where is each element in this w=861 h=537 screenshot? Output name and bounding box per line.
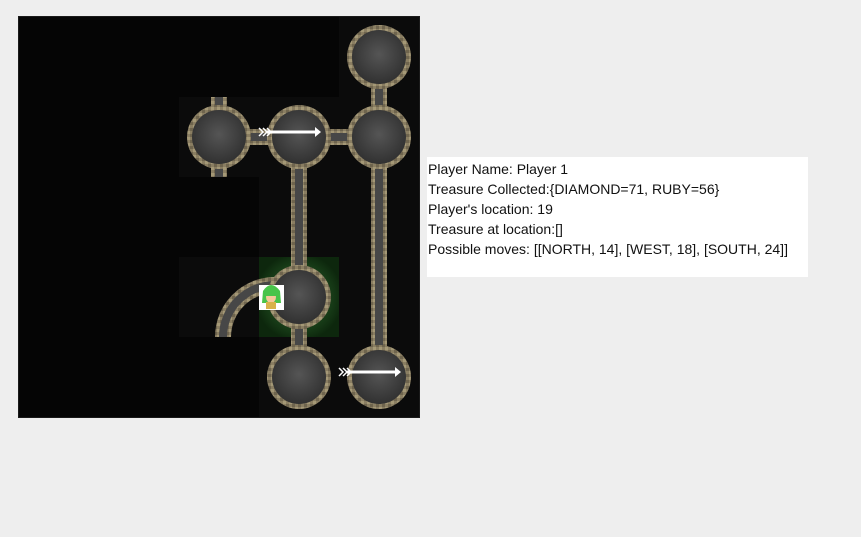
cave-floor	[192, 110, 246, 164]
player-name-label: Player Name: Player 1	[428, 161, 569, 177]
cave-floor	[352, 110, 406, 164]
possible-moves-label: Possible moves: [[NORTH, 14], [WEST, 18]…	[428, 241, 788, 257]
player-avatar-icon	[259, 285, 284, 310]
player-info-panel: Player Name: Player 1 Treasure Collected…	[427, 157, 808, 277]
treasure-at-location-label: Treasure at location:[]	[428, 221, 563, 237]
treasure-collected-label: Treasure Collected:{DIAMOND=71, RUBY=56}	[428, 181, 720, 197]
cave-floor	[352, 350, 406, 404]
player-location-label: Player's location: 19	[428, 201, 553, 217]
cave-floor	[272, 350, 326, 404]
cave-floor	[272, 110, 326, 164]
dungeon-map-canvas	[179, 17, 419, 417]
cave-floor	[352, 30, 406, 84]
dungeon-map	[18, 16, 420, 418]
